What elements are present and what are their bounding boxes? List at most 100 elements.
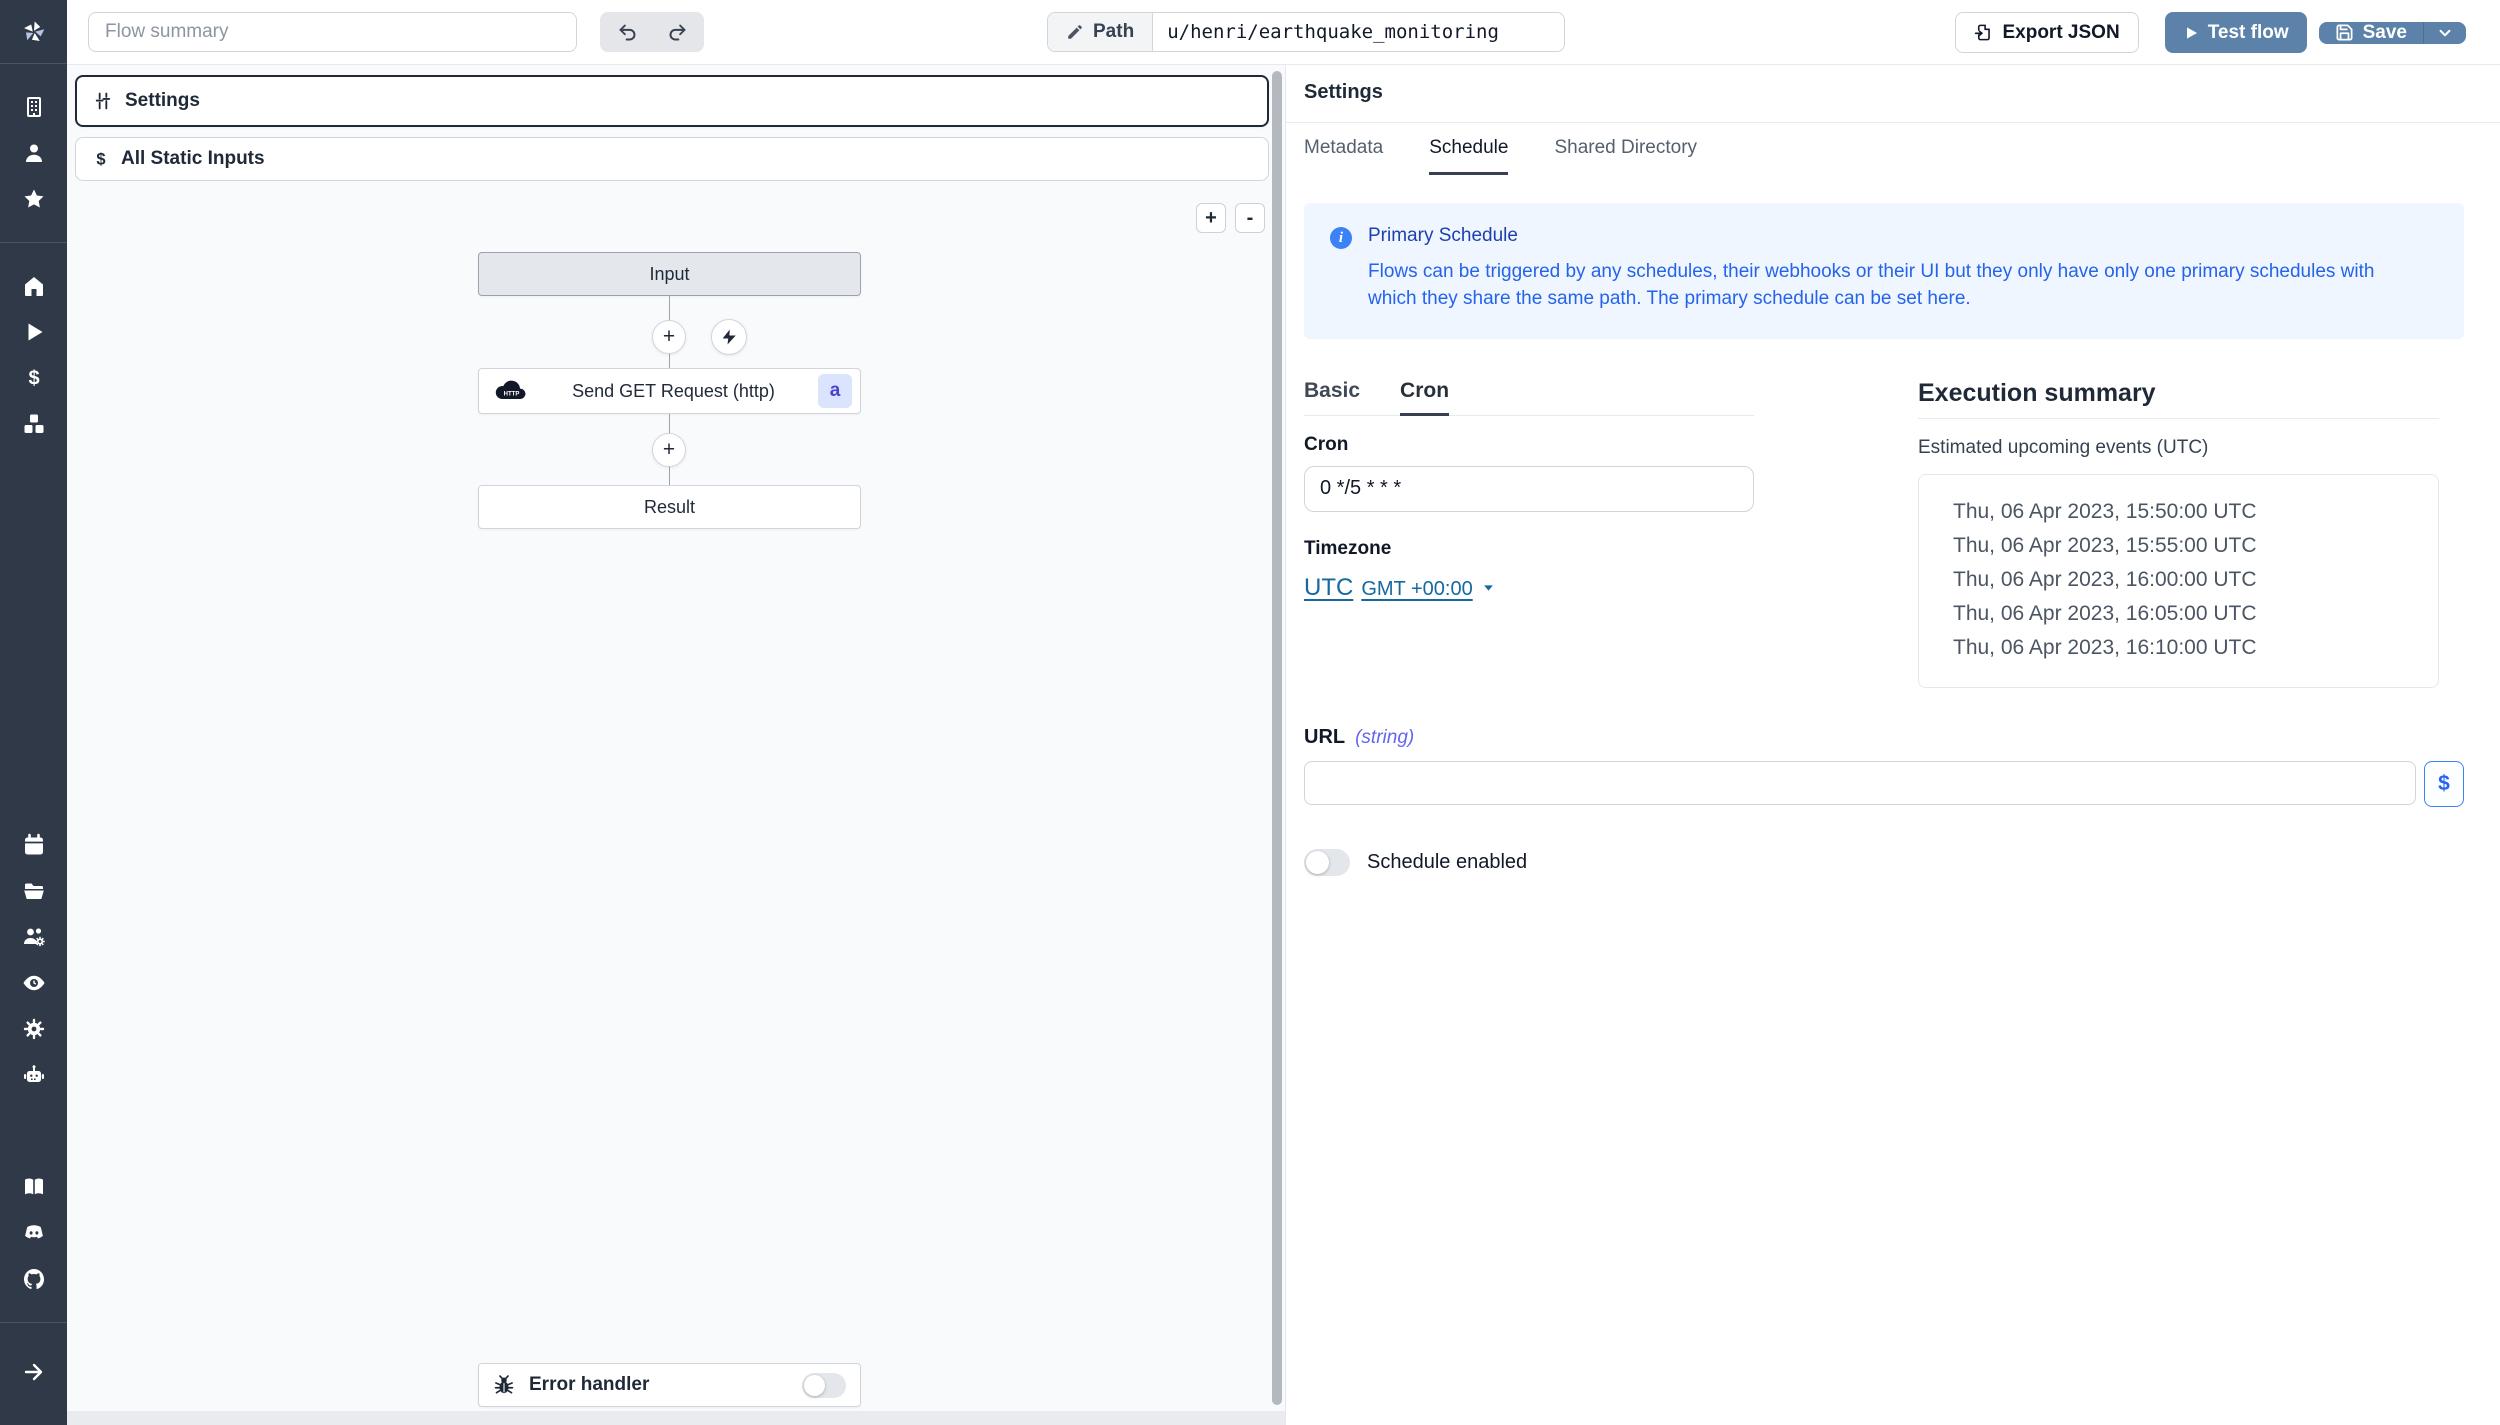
event-row: Thu, 06 Apr 2023, 16:05:00 UTC — [1953, 597, 2428, 631]
flow-canvas[interactable]: Settings $ All Static Inputs + - Input +… — [67, 65, 1286, 1425]
eye-icon — [22, 971, 46, 995]
redo-icon — [667, 22, 688, 43]
sidebar-item-workspace[interactable] — [12, 84, 56, 130]
app-sidebar: $ — [0, 0, 67, 1425]
sliders-icon — [93, 91, 113, 111]
sidebar-item-folders[interactable] — [12, 868, 56, 914]
sidebar-item-docs[interactable] — [12, 1164, 56, 1210]
canvas-vertical-scrollbar[interactable] — [1272, 71, 1282, 1405]
http-icon: HTTP — [493, 380, 529, 402]
canvas-horizontal-scrollbar[interactable] — [67, 1411, 1285, 1425]
export-json-label: Export JSON — [2002, 22, 2119, 44]
event-row: Thu, 06 Apr 2023, 15:50:00 UTC — [1953, 495, 2428, 529]
github-icon — [22, 1267, 46, 1291]
gear-icon — [22, 1017, 46, 1041]
star-icon — [22, 187, 46, 211]
path-edit-button[interactable]: Path — [1048, 13, 1153, 51]
redo-button[interactable] — [652, 14, 702, 50]
timezone-offset: GMT +00:00 — [1361, 578, 1472, 601]
tab-schedule[interactable]: Schedule — [1429, 137, 1508, 175]
cron-input[interactable] — [1304, 466, 1754, 512]
tab-shared-directory[interactable]: Shared Directory — [1554, 137, 1697, 175]
step-node-label: Send GET Request (http) — [572, 381, 775, 402]
result-node-label: Result — [644, 497, 695, 518]
event-row: Thu, 06 Apr 2023, 16:00:00 UTC — [1953, 563, 2428, 597]
play-icon — [2183, 25, 2199, 41]
sidebar-group-main: $ — [0, 243, 67, 467]
home-icon — [22, 274, 46, 298]
zoom-in-button[interactable]: + — [1196, 203, 1226, 233]
sidebar-item-audit-logs[interactable] — [12, 960, 56, 1006]
timezone-label: Timezone — [1304, 538, 1754, 560]
url-input-row: $ — [1304, 761, 2464, 807]
error-handler-node[interactable]: Error handler — [478, 1363, 861, 1407]
sidebar-group-admin — [0, 802, 67, 1118]
url-label: URL — [1304, 726, 1345, 749]
test-flow-label: Test flow — [2208, 22, 2289, 44]
upcoming-events-label: Estimated upcoming events (UTC) — [1918, 437, 2439, 459]
input-node[interactable]: Input — [478, 252, 861, 296]
undo-button[interactable] — [602, 14, 652, 50]
path-label: Path — [1093, 21, 1134, 43]
sidebar-item-groups[interactable] — [12, 914, 56, 960]
sidebar-item-discord[interactable] — [12, 1210, 56, 1256]
add-step-button-top[interactable]: + — [652, 320, 686, 354]
user-icon — [22, 141, 46, 165]
cron-column: Basic Cron Cron Timezone UTC GMT +00:00 — [1304, 379, 1754, 688]
sidebar-item-schedules[interactable] — [12, 822, 56, 868]
flow-summary-input[interactable] — [88, 12, 577, 52]
flow-settings-node[interactable]: Settings — [75, 75, 1269, 127]
save-split-button: Save — [2319, 22, 2466, 44]
result-node[interactable]: Result — [478, 485, 861, 529]
windmill-logo[interactable] — [0, 0, 67, 64]
error-handler-toggle[interactable] — [802, 1373, 846, 1398]
primary-schedule-infobox: i Primary Schedule Flows can be triggere… — [1304, 203, 2464, 339]
sidebar-item-runs[interactable] — [12, 309, 56, 355]
add-step-button-bottom[interactable]: + — [652, 433, 686, 467]
path-value[interactable]: u/henri/earthquake_monitoring — [1153, 13, 1564, 51]
chevron-down-icon — [2436, 24, 2454, 42]
arrow-right-icon — [22, 1360, 46, 1384]
sidebar-item-settings[interactable] — [12, 1006, 56, 1052]
test-flow-button[interactable]: Test flow — [2165, 12, 2307, 53]
svg-text:$: $ — [96, 150, 105, 168]
infobox-title: Primary Schedule — [1368, 225, 2428, 247]
execution-summary-column: Execution summary Estimated upcoming eve… — [1918, 379, 2439, 688]
sidebar-item-variables[interactable]: $ — [12, 355, 56, 401]
insert-variable-button[interactable]: $ — [2424, 761, 2464, 807]
sidebar-item-resources[interactable] — [12, 401, 56, 447]
export-json-button[interactable]: Export JSON — [1955, 12, 2138, 53]
path-group: Path u/henri/earthquake_monitoring — [1047, 12, 1565, 52]
sidebar-item-github[interactable] — [12, 1256, 56, 1302]
sidebar-item-user[interactable] — [12, 130, 56, 176]
trigger-button[interactable] — [711, 319, 747, 355]
sidebar-item-favorites[interactable] — [12, 176, 56, 222]
calendar-icon — [22, 833, 46, 857]
sidebar-item-home[interactable] — [12, 263, 56, 309]
zoom-out-button[interactable]: - — [1235, 203, 1265, 233]
tab-cron[interactable]: Cron — [1400, 379, 1449, 416]
url-type-label: (string) — [1355, 727, 1414, 749]
pencil-icon — [1066, 23, 1084, 41]
timezone-select[interactable]: UTC GMT +00:00 — [1304, 574, 1496, 602]
plus-icon: + — [663, 325, 675, 349]
panel-title: Settings — [1304, 65, 2464, 122]
all-static-inputs-node[interactable]: $ All Static Inputs — [75, 137, 1269, 181]
sidebar-item-expand[interactable] — [12, 1349, 56, 1395]
step-node-a[interactable]: HTTP Send GET Request (http) a — [478, 368, 861, 414]
robot-icon — [22, 1063, 46, 1087]
play-icon — [22, 320, 46, 344]
file-export-icon — [1974, 23, 1993, 42]
tab-basic[interactable]: Basic — [1304, 379, 1360, 416]
tab-metadata[interactable]: Metadata — [1304, 137, 1383, 175]
schedule-columns: Basic Cron Cron Timezone UTC GMT +00:00 … — [1304, 379, 2464, 688]
sidebar-item-workers[interactable] — [12, 1052, 56, 1098]
url-input[interactable] — [1304, 761, 2416, 805]
topbar: Path u/henri/earthquake_monitoring Expor… — [67, 0, 2500, 65]
save-button[interactable]: Save — [2319, 22, 2424, 44]
save-dropdown-button[interactable] — [2424, 22, 2466, 44]
dollar-icon: $ — [22, 366, 46, 390]
schedule-enabled-toggle[interactable] — [1304, 849, 1350, 876]
sidebar-group-workspace — [0, 64, 67, 242]
users-gear-icon — [22, 925, 46, 949]
